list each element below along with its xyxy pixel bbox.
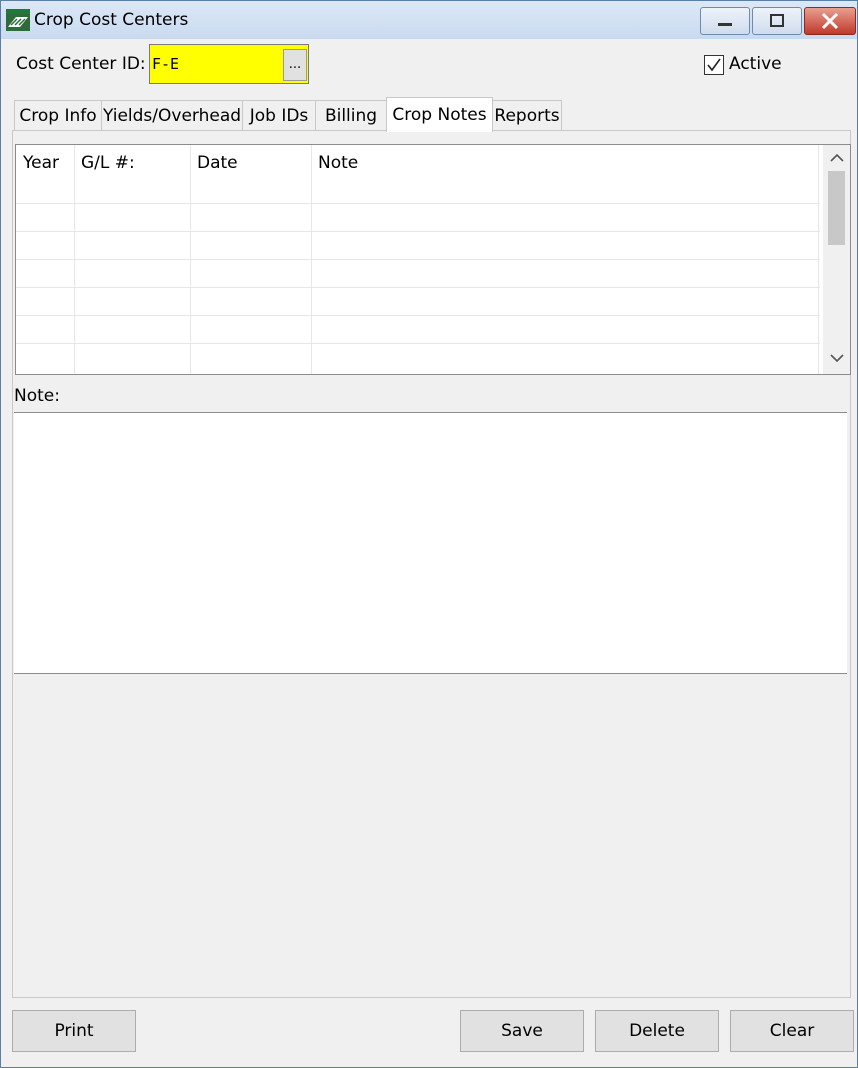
table-row[interactable] (16, 343, 820, 344)
scroll-up-icon[interactable] (830, 153, 844, 163)
tab-job-ids[interactable]: Job IDs (242, 100, 316, 131)
app-icon (6, 9, 30, 31)
close-icon (821, 12, 839, 30)
tab-reports[interactable]: Reports (492, 100, 562, 131)
title-bar[interactable]: Crop Cost Centers (1, 1, 857, 39)
cost-center-id-input[interactable] (152, 53, 282, 75)
active-label: Active (729, 54, 782, 74)
active-checkbox[interactable] (704, 55, 724, 75)
column-header-date[interactable]: Date (197, 153, 238, 173)
checkmark-icon (707, 58, 721, 72)
grid-scrollbar[interactable] (823, 145, 850, 374)
cost-center-id-label: Cost Center ID: (16, 54, 146, 74)
main-window: Crop Cost Centers Cost Center ID: ... Ac… (0, 0, 858, 1068)
maximize-icon (770, 14, 784, 27)
note-textarea[interactable] (14, 412, 847, 674)
tab-billing[interactable]: Billing (315, 100, 387, 131)
scroll-down-icon[interactable] (830, 353, 844, 363)
table-row[interactable] (16, 259, 820, 260)
scroll-thumb[interactable] (828, 171, 845, 245)
delete-button[interactable]: Delete (595, 1010, 719, 1052)
table-row[interactable] (16, 231, 820, 232)
cost-center-browse-button[interactable]: ... (283, 49, 307, 81)
close-button[interactable] (804, 7, 856, 35)
column-header-gl-number[interactable]: G/L #: (81, 153, 135, 173)
tab-yields-overhead[interactable]: Yields/Overhead (101, 100, 243, 131)
table-row[interactable] (16, 315, 820, 316)
column-header-note[interactable]: Note (318, 153, 358, 173)
window-title: Crop Cost Centers (34, 10, 189, 30)
cost-center-id-field[interactable]: ... (149, 44, 309, 84)
save-button[interactable]: Save (460, 1010, 584, 1052)
clear-button[interactable]: Clear (730, 1010, 854, 1052)
note-label: Note: (14, 386, 60, 406)
minimize-button[interactable] (700, 7, 750, 35)
table-row[interactable] (16, 287, 820, 288)
notes-grid[interactable]: Year G/L #: Date Note (15, 144, 851, 375)
table-row[interactable] (16, 203, 820, 204)
column-header-year[interactable]: Year (23, 153, 59, 173)
tab-crop-info[interactable]: Crop Info (14, 100, 102, 131)
print-button[interactable]: Print (12, 1010, 136, 1052)
maximize-button[interactable] (752, 7, 802, 35)
tab-crop-notes[interactable]: Crop Notes (386, 97, 493, 132)
minimize-icon (718, 23, 732, 26)
